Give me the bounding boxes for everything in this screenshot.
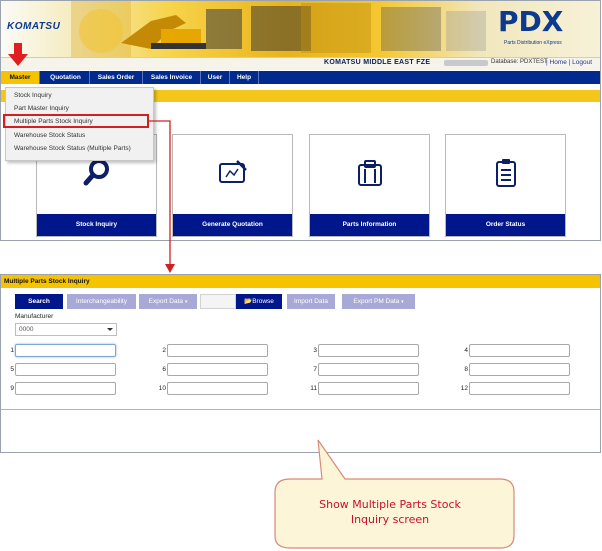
nav-master[interactable]: Master — [1, 71, 40, 84]
nav-sales-invoice[interactable]: Sales Invoice — [143, 71, 201, 84]
chevron-down-icon: ▾ — [401, 299, 404, 305]
part-input-4[interactable] — [469, 344, 570, 357]
caret-down-icon — [107, 328, 113, 331]
manufacturer-label: Manufacturer — [15, 313, 54, 320]
part-input-6[interactable] — [167, 363, 268, 376]
tablet-edit-icon — [219, 160, 247, 183]
panel-divider — [1, 409, 600, 410]
search-button[interactable]: Search — [15, 294, 63, 309]
tile-label: Order Status — [446, 214, 565, 236]
field-number: 4 — [464, 347, 468, 354]
company-name: KOMATSU MIDDLE EAST FZE — [324, 59, 431, 66]
callout-line-1: Show Multiple Parts Stock — [319, 498, 461, 511]
field-number: 2 — [162, 347, 166, 354]
logout-link[interactable]: Logout — [572, 59, 592, 66]
field-number: 6 — [162, 366, 166, 373]
chevron-down-icon: ▾ — [184, 299, 188, 305]
export-data-label: Export Data — [148, 298, 183, 305]
menu-item-warehouse-stock-status-multiple[interactable]: Warehouse Stock Status (Multiple Parts) — [14, 145, 131, 152]
panel-title: Multiple Parts Stock Inquiry — [1, 275, 600, 288]
part-input-11[interactable] — [318, 382, 419, 395]
part-input-2[interactable] — [167, 344, 268, 357]
tile-label: Stock Inquiry — [37, 214, 156, 236]
field-number: 8 — [464, 366, 468, 373]
part-input-5[interactable] — [15, 363, 116, 376]
part-input-3[interactable] — [318, 344, 419, 357]
menu-highlight-box — [3, 114, 149, 128]
browse-button[interactable]: 📂Browse — [236, 294, 282, 309]
field-number: 3 — [313, 347, 317, 354]
part-input-9[interactable] — [15, 382, 116, 395]
file-path-field[interactable] — [200, 294, 236, 309]
export-data-button[interactable]: Export Data ▾ — [139, 294, 197, 309]
pdx-logo: PDX — [498, 5, 564, 38]
nav-help[interactable]: Help — [230, 71, 259, 84]
export-pm-data-label: Export PM Data — [353, 298, 400, 305]
clipboard-icon — [496, 159, 516, 187]
user-name-redacted — [444, 60, 488, 66]
field-number: 9 — [10, 385, 14, 392]
pdx-subtitle: Parts Distribution eXpress — [504, 40, 562, 46]
tile-order-status[interactable]: Order Status — [445, 134, 566, 237]
menu-item-warehouse-stock-status[interactable]: Warehouse Stock Status — [14, 132, 85, 139]
part-input-7[interactable] — [318, 363, 419, 376]
part-input-1[interactable] — [15, 344, 116, 357]
magnifier-icon — [83, 159, 109, 186]
manufacturer-select[interactable]: 0000 — [15, 323, 117, 336]
part-input-8[interactable] — [469, 363, 570, 376]
field-number: 5 — [10, 366, 14, 373]
field-number: 7 — [313, 366, 317, 373]
menu-item-part-master-inquiry[interactable]: Part Master Inquiry — [14, 105, 69, 112]
binder-icon — [358, 160, 382, 186]
tile-label: Parts Information — [310, 214, 429, 236]
nav-quotation[interactable]: Quotation — [42, 71, 90, 84]
callout-line-2: Inquiry screen — [350, 513, 430, 526]
field-number: 11 — [310, 385, 317, 392]
manufacturer-value: 0000 — [19, 326, 34, 333]
komatsu-logo: KOMATSU — [7, 21, 61, 32]
field-number: 1 — [10, 347, 14, 354]
interchangeability-button[interactable]: Interchangeability — [67, 294, 136, 309]
import-data-button[interactable]: Import Data — [287, 294, 335, 309]
multiple-parts-stock-inquiry-panel: Multiple Parts Stock Inquiry Search Inte… — [0, 274, 601, 453]
tile-generate-quotation[interactable]: Generate Quotation — [172, 134, 293, 237]
home-link[interactable]: Home — [550, 59, 567, 66]
nav-sales-order[interactable]: Sales Order — [90, 71, 143, 84]
export-pm-data-button[interactable]: Export PM Data ▾ — [342, 294, 415, 309]
part-input-10[interactable] — [167, 382, 268, 395]
red-down-arrow-icon — [8, 43, 28, 66]
browse-label: Browse — [252, 298, 274, 305]
database-label: Database: PDXTEST — [491, 59, 548, 65]
part-input-12[interactable] — [469, 382, 570, 395]
header-links: | Home | Logout — [546, 59, 593, 66]
callout-text: Show Multiple Parts Stock Inquiry screen — [285, 497, 495, 527]
header-banner: KOMATSU PDX Parts Distribution eXpress — [1, 1, 600, 57]
field-number: 12 — [460, 385, 468, 392]
folder-icon: 📂 — [244, 298, 253, 305]
tile-parts-information[interactable]: Parts Information — [309, 134, 430, 237]
menu-item-stock-inquiry[interactable]: Stock Inquiry — [14, 92, 52, 99]
nav-user[interactable]: User — [201, 71, 230, 84]
field-number: 10 — [158, 385, 166, 392]
tile-label: Generate Quotation — [173, 214, 292, 236]
